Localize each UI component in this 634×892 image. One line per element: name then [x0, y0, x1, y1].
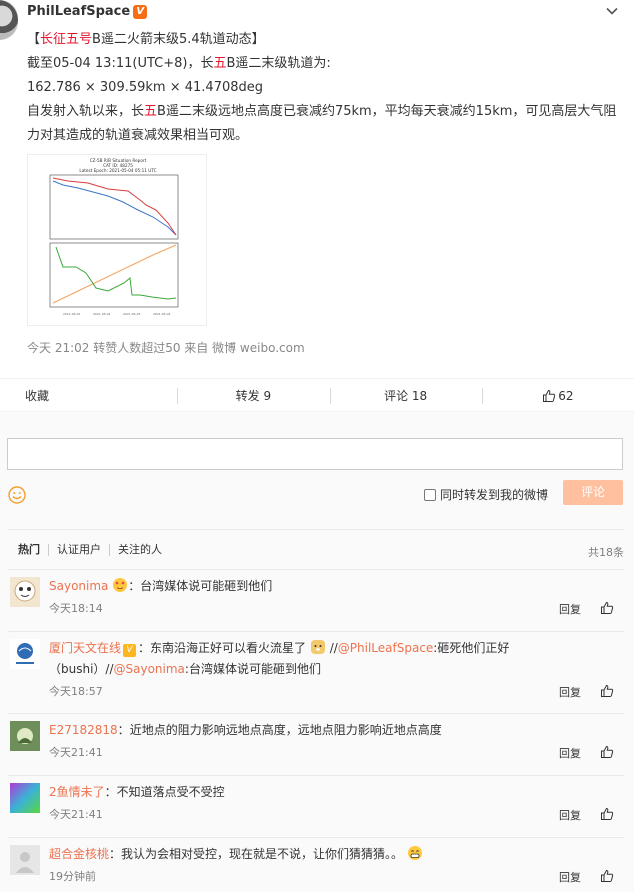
post-content: 【长征五号B遥二火箭末级5.4轨道动态】 截至05-04 13:11(UTC+8…: [27, 28, 625, 148]
smiley-emoji-icon[interactable]: [8, 486, 26, 504]
comment-filter-tabs: 热门 认证用户 关注的人: [18, 544, 170, 556]
post-meta: 今天 21:02 转赞人数超过50 来自 微博 weibo.com: [27, 341, 305, 355]
commenter-avatar[interactable]: [10, 577, 40, 607]
comment-text: 超合金核桃：我认为会相对受控，现在就是不说，让你们猜猜猜。。: [49, 844, 584, 865]
commenter-avatar[interactable]: [10, 783, 40, 813]
mention-link[interactable]: @Sayonima: [114, 662, 185, 676]
verified-badge-icon: V: [123, 644, 137, 657]
thumbs-up-icon: [543, 389, 556, 402]
post-paragraph: 自发射入轨以来，长五B遥二末级远地点高度已衰减约75km，平均每天衰减约15km…: [27, 104, 617, 143]
comment-text: Sayonima ：台湾媒体说可能砸到他们: [49, 578, 273, 593]
comment-filter-bar: 热门 认证用户 关注的人 共18条: [8, 529, 624, 569]
comment-time: 今天18:14: [49, 602, 103, 615]
svg-text:2021-05-04: 2021-05-04: [153, 312, 171, 316]
doge-emoji-icon: [310, 640, 325, 654]
comment-time: 19分钟前: [49, 870, 96, 883]
reply-button[interactable]: 回复: [559, 601, 581, 617]
comment-total-count: 共18条: [588, 546, 624, 559]
verified-badge-icon: V: [133, 5, 148, 19]
repost-checkbox-label: 同时转发到我的微博: [440, 488, 549, 502]
comment-section: 同时转发到我的微博 评论 热门 认证用户 关注的人 共18条 Sayonima …: [0, 412, 634, 892]
tab-following[interactable]: 关注的人: [109, 544, 170, 556]
author-avatar[interactable]: [0, 0, 18, 40]
checkbox-box[interactable]: [424, 488, 436, 501]
chart-title-3: Latest Epoch: 2021-05-04 05:11 UTC: [79, 168, 156, 173]
submit-comment-button[interactable]: 评论: [563, 480, 623, 505]
tab-hot[interactable]: 热门: [18, 544, 48, 556]
thumbs-up-icon[interactable]: [600, 745, 614, 759]
reply-button[interactable]: 回复: [559, 684, 581, 700]
commenter-name[interactable]: 厦门天文在线: [49, 641, 121, 655]
comment-time: 今天21:41: [49, 808, 103, 821]
thumbs-up-icon[interactable]: [600, 601, 614, 615]
post-orbit-values: 162.786 × 309.59km × 41.4708deg: [27, 80, 264, 95]
reply-button[interactable]: 回复: [559, 745, 581, 761]
svg-text:2021-05-01: 2021-05-01: [63, 312, 81, 316]
author-name[interactable]: PhilLeafSpace: [27, 4, 130, 19]
comment-button[interactable]: 评论 18: [329, 379, 482, 411]
commenter-name[interactable]: Sayonima: [49, 579, 108, 593]
svg-text:2021-05-03: 2021-05-03: [123, 312, 141, 316]
comment-item: 超合金核桃：我认为会相对受控，现在就是不说，让你们猜猜猜。。 19分钟前 回复: [8, 837, 624, 892]
comment-text: 2鱼情未了：不知道落点受不受控: [49, 785, 225, 799]
post-title: 【长征五号B遥二火箭末级5.4轨道动态】: [27, 32, 265, 47]
comment-list: Sayonima ：台湾媒体说可能砸到他们 今天18:14 回复 厦门天文在线 V…: [8, 569, 624, 892]
thumbs-up-icon[interactable]: [600, 807, 614, 821]
repost-checkbox[interactable]: 同时转发到我的微博: [424, 486, 548, 503]
post-action-bar: 收藏 转发 9 评论 18 62: [0, 378, 634, 412]
author-name-row: PhilLeafSpace V: [27, 4, 148, 19]
chevron-down-icon[interactable]: [606, 5, 618, 17]
comment-time: 今天21:41: [49, 746, 103, 759]
mention-link[interactable]: @PhilLeafSpace: [338, 641, 434, 655]
commenter-avatar[interactable]: [10, 845, 40, 875]
post-line-2: 截至05-04 13:11(UTC+8)，长五B遥二末级轨道为:: [27, 56, 331, 71]
tab-verified-users[interactable]: 认证用户: [48, 544, 109, 556]
comment-text: E27182818：近地点的阻力影响远地点高度，远地点阻力影响近地点高度: [49, 723, 442, 737]
comment-item: 2鱼情未了：不知道落点受不受控 今天21:41 回复: [8, 775, 624, 837]
thumbs-up-icon[interactable]: [600, 684, 614, 698]
reply-button[interactable]: 回复: [559, 869, 581, 885]
keyword-highlight[interactable]: 长征五号: [40, 32, 92, 47]
comment-time: 今天18:57: [49, 685, 103, 698]
commenter-avatar[interactable]: [10, 639, 40, 669]
keyword-highlight[interactable]: 五: [144, 104, 157, 119]
commenter-name[interactable]: 超合金核桃: [49, 847, 109, 861]
weibo-post: PhilLeafSpace V 【长征五号B遥二火箭末级5.4轨道动态】 截至05…: [0, 0, 634, 378]
comment-input[interactable]: [7, 438, 623, 470]
repost-button[interactable]: 转发 9: [177, 379, 329, 411]
svg-text:2021-05-02: 2021-05-02: [93, 312, 111, 316]
reply-button[interactable]: 回复: [559, 807, 581, 823]
post-image-thumbnail[interactable]: CZ-5B R/B Situation Report CAT ID: 48275…: [27, 154, 207, 326]
comment-item: E27182818：近地点的阻力影响远地点高度，远地点阻力影响近地点高度 今天2…: [8, 713, 624, 775]
comment-item: Sayonima ：台湾媒体说可能砸到他们 今天18:14 回复: [8, 569, 624, 631]
comment-text: 厦门天文在线 V ：东南沿海正好可以看火流星了 //@PhilLeafSpace:砸…: [49, 640, 510, 676]
heart-eyes-emoji-icon: [113, 578, 128, 592]
favorite-button[interactable]: 收藏: [0, 379, 177, 411]
thumbs-up-icon[interactable]: [600, 869, 614, 883]
commenter-avatar[interactable]: [10, 721, 40, 751]
like-count: 62: [558, 389, 574, 403]
commenter-name[interactable]: E27182818: [49, 723, 118, 737]
comment-item: 厦门天文在线 V ：东南沿海正好可以看火流星了 //@PhilLeafSpace:砸…: [8, 631, 624, 713]
grin-emoji-icon: [407, 846, 422, 860]
orbit-chart-image: CZ-5B R/B Situation Report CAT ID: 48275…: [49, 158, 179, 316]
like-button[interactable]: 62: [481, 379, 634, 411]
commenter-name[interactable]: 2鱼情未了: [49, 785, 105, 799]
keyword-highlight[interactable]: 五: [213, 56, 226, 71]
